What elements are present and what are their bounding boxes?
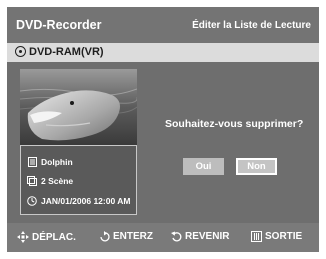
enter-icon: [99, 231, 110, 242]
footer-enter-label: ENTERZ: [113, 231, 153, 242]
exit-icon: [251, 231, 262, 242]
footer-enter: ENTERZ: [99, 231, 153, 242]
footer-back-label: REVENIR: [185, 231, 230, 242]
yes-button[interactable]: Oui: [183, 158, 224, 175]
footer-back: REVENIR: [171, 231, 229, 242]
title-thumbnail: [20, 69, 137, 145]
footer-move: DÉPLAC.: [17, 231, 76, 243]
scene-count: 2 Scène: [41, 176, 74, 186]
header-bar: DVD-Recorder Éditer la Liste de Lecture: [7, 7, 319, 43]
record-datetime: JAN/01/2006 12:00 AM: [41, 196, 131, 206]
footer-exit-label: SORTIE: [265, 231, 303, 242]
clock-icon: [27, 196, 37, 206]
disc-icon: [15, 46, 26, 57]
no-button[interactable]: Non: [236, 158, 277, 175]
dolphin-image: [20, 69, 137, 145]
delete-confirm-question: Souhaitez-vous supprimer?: [165, 118, 304, 130]
app-title: DVD-Recorder: [16, 18, 102, 32]
page-title: Éditer la Liste de Lecture: [192, 20, 311, 31]
disc-label: DVD-RAM(VR): [29, 46, 104, 58]
scenes-icon: [27, 176, 37, 186]
disc-bar: DVD-RAM(VR): [7, 43, 319, 62]
title-name-row: Dolphin: [27, 155, 73, 169]
datetime-row: JAN/01/2006 12:00 AM: [27, 194, 130, 208]
return-icon: [171, 231, 182, 242]
dvd-recorder-screen: DVD-Recorder Éditer la Liste de Lecture …: [7, 7, 319, 252]
footer-move-label: DÉPLAC.: [32, 231, 76, 243]
title-name: Dolphin: [41, 157, 73, 167]
footer-bar: DÉPLAC. ENTERZ REVENIR SORTIE: [7, 223, 319, 252]
move-arrows-icon: [17, 231, 29, 243]
footer-exit: SORTIE: [251, 231, 302, 242]
title-info-panel: Dolphin 2 Scène JAN/01/2006 12:00 AM: [20, 145, 137, 215]
scene-count-row: 2 Scène: [27, 174, 73, 188]
document-icon: [27, 157, 37, 167]
